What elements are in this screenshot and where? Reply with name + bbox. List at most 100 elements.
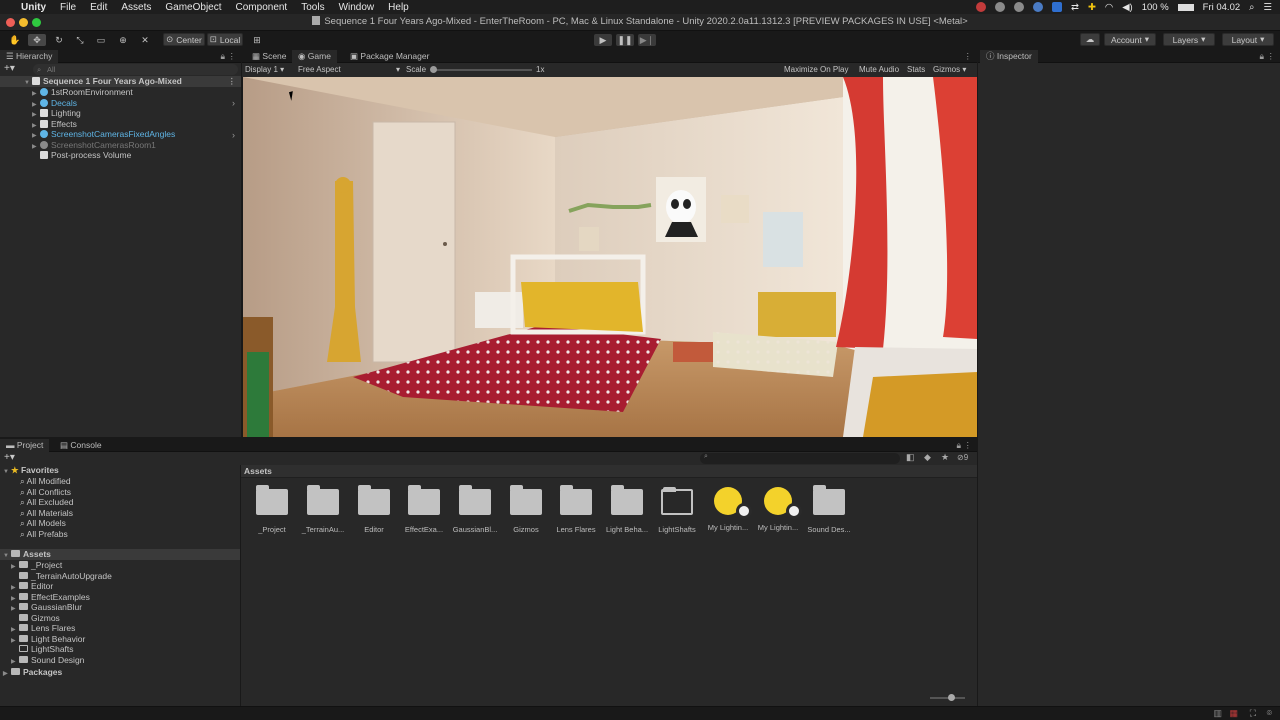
volume-icon[interactable]: ◀) — [1122, 2, 1132, 13]
favorite-item[interactable]: ⌕ All Conflicts — [20, 487, 71, 498]
asset-tree-item[interactable]: ▶ EffectExamples — [11, 592, 90, 603]
more-menu-icon[interactable]: ⋮ — [228, 76, 237, 87]
lock-icon[interactable]: 🔒︎ — [1259, 51, 1264, 62]
network-icon[interactable]: ⇄ — [1071, 2, 1079, 13]
asset-tree-item[interactable]: ▶ _Project — [11, 560, 62, 571]
maximize-on-play-toggle[interactable]: Maximize On Play — [784, 63, 848, 77]
lighting-icon[interactable]: ⌾ — [1267, 708, 1272, 719]
asset-folder[interactable]: _TerrainAu... — [300, 485, 346, 534]
expand-arrow-icon[interactable]: ▼ — [24, 78, 32, 89]
project-divider[interactable] — [240, 465, 241, 706]
transform-tool-icon[interactable]: ⊕ — [114, 34, 132, 46]
keyboard-flag-icon[interactable]: ✚ — [1088, 2, 1096, 13]
asset-tree-item[interactable]: LightShafts — [19, 644, 74, 655]
expand-arrow-icon[interactable]: ▼ — [3, 551, 11, 562]
more-menu-icon[interactable]: ⋮ — [228, 51, 237, 62]
asset-folder[interactable]: Editor — [351, 485, 397, 534]
mute-audio-toggle[interactable]: Mute Audio — [859, 63, 899, 77]
asset-tree-item[interactable]: _TerrainAutoUpgrade — [19, 571, 112, 582]
asset-folder[interactable]: Light Beha... — [604, 485, 650, 534]
assets-header[interactable]: ▼ Assets — [0, 549, 240, 560]
add-icon[interactable]: +▾ — [4, 452, 15, 463]
asset-folder[interactable]: _Project — [249, 485, 295, 534]
rotate-tool-icon[interactable]: ↻ — [50, 34, 68, 46]
asset-folder[interactable]: GaussianBl... — [452, 485, 498, 534]
filter-type-icon[interactable]: ◧ — [906, 452, 915, 463]
hierarchy-item[interactable]: ▶ ScreenshotCamerasRoom1 — [32, 140, 156, 151]
tab-hierarchy[interactable]: ☰ Hierarchy — [0, 50, 59, 63]
step-button[interactable]: ▶❘ — [638, 34, 656, 46]
expand-arrow-icon[interactable]: ▶ — [32, 142, 40, 153]
battery-text[interactable]: 100 % — [1142, 2, 1169, 13]
control-center-icon[interactable]: ☰ — [1263, 2, 1272, 13]
favorite-item[interactable]: ⌕ All Materials — [20, 508, 73, 519]
more-menu-icon[interactable]: ⋮ — [1267, 51, 1276, 62]
icon-size-slider[interactable] — [930, 694, 965, 701]
favorite-item[interactable]: ⌕ All Excluded — [20, 497, 73, 508]
display-icon[interactable] — [1051, 2, 1062, 12]
display-dropdown[interactable]: Display 1 ▾ — [245, 63, 284, 77]
menu-tools[interactable]: Tools — [294, 2, 331, 13]
asset-tree-item[interactable]: ▶ Light Behavior — [11, 634, 85, 645]
layers-dropdown[interactable]: Layers ▾ — [1163, 33, 1215, 46]
chevron-right-icon[interactable]: › — [232, 130, 235, 140]
pivot-local-button[interactable]: ⊡ Local — [207, 33, 243, 46]
lock-icon[interactable]: 🔒︎ — [220, 51, 225, 62]
scale-slider-thumb[interactable] — [430, 66, 437, 73]
expand-arrow-icon[interactable]: ▼ — [3, 467, 11, 478]
expand-arrow-icon[interactable]: ▶ — [11, 657, 19, 668]
asset-folder[interactable]: Lens Flares — [553, 485, 599, 534]
expand-arrow-icon[interactable]: ▶ — [11, 562, 19, 573]
packages-header[interactable]: ▶ Packages — [3, 667, 62, 678]
asset-tree-item[interactable]: ▶ Lens Flares — [11, 623, 75, 634]
tab-scene[interactable]: ▦ Scene — [246, 50, 293, 63]
expand-arrow-icon[interactable]: ▶ — [3, 669, 11, 680]
menu-app-unity[interactable]: Unity — [14, 2, 53, 13]
gizmos-dropdown[interactable]: Gizmos ▾ — [933, 63, 966, 77]
search-icon[interactable]: ⌕ — [1249, 2, 1254, 13]
scale-tool-icon[interactable]: ⤡ — [71, 34, 89, 46]
creative-cloud-icon[interactable] — [1013, 2, 1024, 12]
hierarchy-item[interactable]: ▶ 1stRoomEnvironment — [32, 87, 133, 98]
menu-assets[interactable]: Assets — [114, 2, 158, 13]
cloud-button[interactable]: ☁ — [1080, 33, 1100, 46]
chevron-right-icon[interactable]: › — [232, 98, 235, 108]
aspect-dropdown[interactable]: Free Aspect ▾ — [298, 63, 400, 77]
scene-row[interactable]: ▼ Sequence 1 Four Years Ago-Mixed ⋮ — [0, 76, 241, 87]
rect-tool-icon[interactable]: ▭ — [92, 34, 110, 46]
asset-tree-item[interactable]: ▶ GaussianBlur — [11, 602, 82, 613]
hand-tool-icon[interactable]: ✋ — [6, 34, 24, 46]
project-search-input[interactable]: ⌕ — [700, 453, 900, 464]
hierarchy-item[interactable]: ▶ Effects — [32, 119, 77, 130]
menu-edit[interactable]: Edit — [83, 2, 114, 13]
hierarchy-item[interactable]: ▶ Lighting — [32, 108, 81, 119]
scale-slider[interactable] — [430, 66, 532, 73]
layout-dropdown[interactable]: Layout ▾ — [1222, 33, 1274, 46]
wifi-icon[interactable]: ◠ — [1105, 2, 1113, 13]
favorites-header[interactable]: ▼ ★ Favorites — [3, 465, 59, 476]
icon-size-slider-thumb[interactable] — [948, 694, 955, 701]
debug-icon[interactable]: ⛶ — [1250, 708, 1256, 719]
status-icon[interactable] — [994, 2, 1005, 12]
menu-file[interactable]: File — [53, 2, 83, 13]
favorite-star-icon[interactable]: ★ — [941, 452, 949, 463]
game-view[interactable] — [243, 77, 977, 437]
custom-tool-icon[interactable]: ✕ — [136, 34, 154, 46]
asset-tree-item[interactable]: ▶ Sound Design — [11, 655, 84, 666]
more-menu-icon[interactable]: ⋮ — [964, 51, 973, 62]
menu-component[interactable]: Component — [229, 2, 295, 13]
globe-icon[interactable] — [1032, 2, 1043, 12]
stats-toggle[interactable]: Stats — [907, 63, 925, 77]
favorite-item[interactable]: ⌕ All Models — [20, 518, 66, 529]
pause-button[interactable]: ❚❚ — [616, 34, 634, 46]
tab-package-manager[interactable]: ▣ Package Manager — [344, 50, 435, 63]
hidden-packages-toggle[interactable]: ⊘9 — [957, 453, 968, 462]
asset-lighting-settings[interactable]: My Lightin... — [755, 487, 802, 532]
grid-snap-icon[interactable]: ⊞ — [248, 34, 266, 46]
clock[interactable]: Fri 04.02 — [1203, 2, 1241, 13]
menu-window[interactable]: Window — [332, 2, 382, 13]
account-dropdown[interactable]: Account ▾ — [1104, 33, 1156, 46]
menu-help[interactable]: Help — [381, 2, 416, 13]
more-menu-icon[interactable]: ⋮ — [964, 440, 973, 451]
asset-folder[interactable]: Sound Des... — [806, 485, 852, 534]
